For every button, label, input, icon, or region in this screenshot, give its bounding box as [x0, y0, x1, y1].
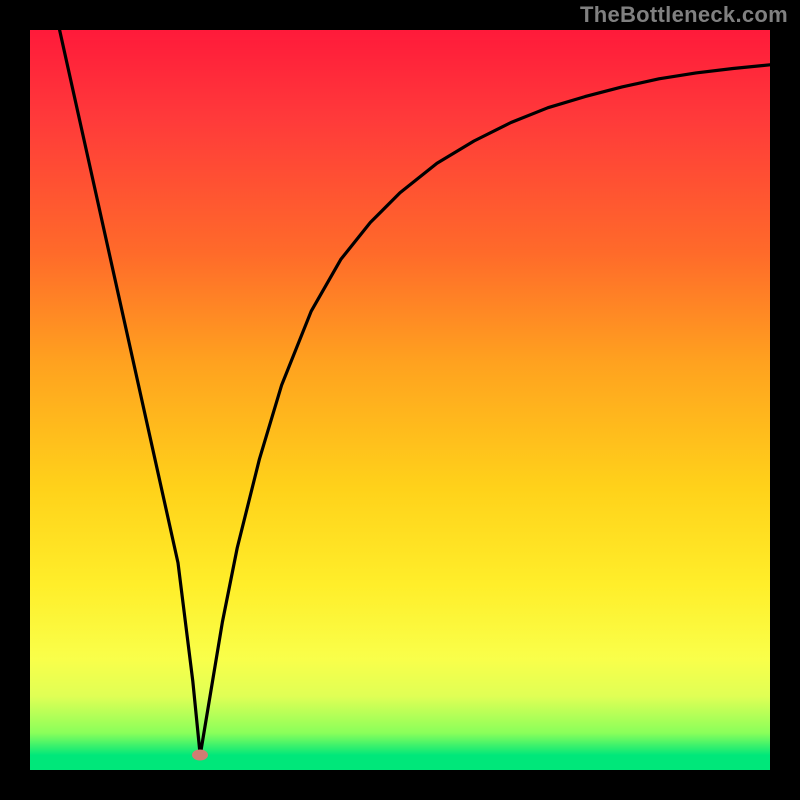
watermark-label: TheBottleneck.com: [580, 2, 788, 28]
highlight-marker: [192, 750, 208, 761]
plot-area: [30, 30, 770, 770]
data-curve: [60, 30, 770, 755]
chart-frame: TheBottleneck.com: [0, 0, 800, 800]
curve-layer: [30, 30, 770, 770]
